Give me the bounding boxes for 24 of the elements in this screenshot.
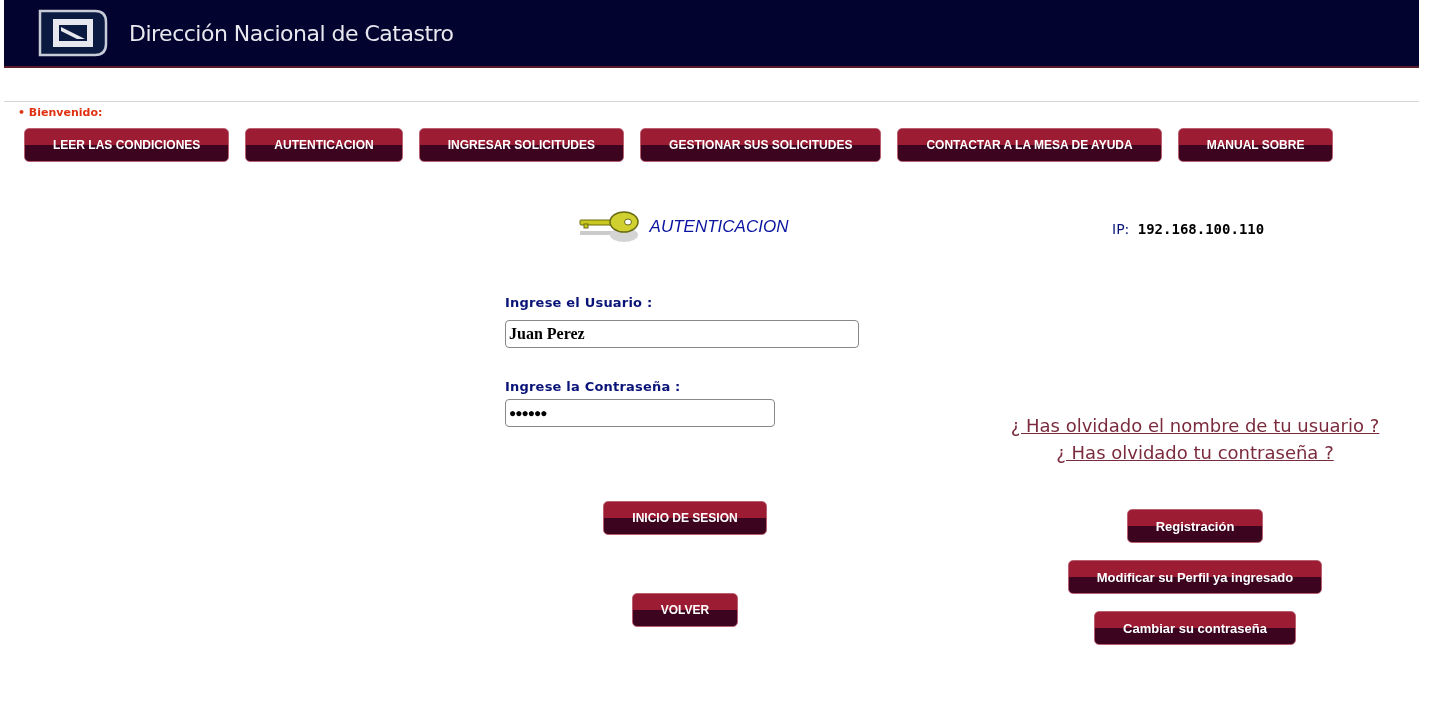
help-link[interactable]: ¿ Has olvidado tu contraseña ? [1056, 442, 1334, 463]
field-label: Ingrese la Contraseña : [505, 379, 681, 394]
key-icon [577, 209, 640, 245]
logo-icon [37, 8, 109, 58]
back-button[interactable]: VOLVER [631, 593, 739, 627]
nav-button[interactable]: MANUAL SOBRE [1177, 128, 1334, 162]
ip-address: 192.168.100.110 [1137, 221, 1265, 237]
ip-label: IP: [1112, 221, 1130, 237]
nav-button[interactable]: INGRESAR SOLICITUDES [418, 128, 625, 162]
nav-button[interactable]: GESTIONAR SUS SOLICITUDES [640, 128, 882, 162]
welcome-text: • Bienvenido: [18, 106, 103, 119]
account-button[interactable]: Modificar su Perfil ya ingresado [1067, 560, 1323, 594]
help-link[interactable]: ¿ Has olvidado el nombre de tu usuario ? [1010, 415, 1380, 436]
nav-button[interactable]: AUTENTICACION [245, 128, 403, 162]
section-title: AUTENTICACION [649, 217, 789, 237]
nav-button[interactable]: CONTACTAR A LA MESA DE AYUDA [897, 128, 1162, 162]
field-label: Ingrese el Usuario : [505, 295, 653, 310]
input-field[interactable]: Juan Perez [505, 320, 859, 348]
account-button[interactable]: Registración [1126, 509, 1264, 543]
login-button[interactable]: INICIO DE SESION [603, 501, 767, 535]
nav-button[interactable]: LEER LAS CONDICIONES [24, 128, 230, 162]
account-button[interactable]: Cambiar su contraseña [1094, 611, 1296, 645]
site-title: Dirección Nacional de Catastro [129, 20, 454, 46]
password-field[interactable]: ●●●●●● [505, 399, 775, 427]
